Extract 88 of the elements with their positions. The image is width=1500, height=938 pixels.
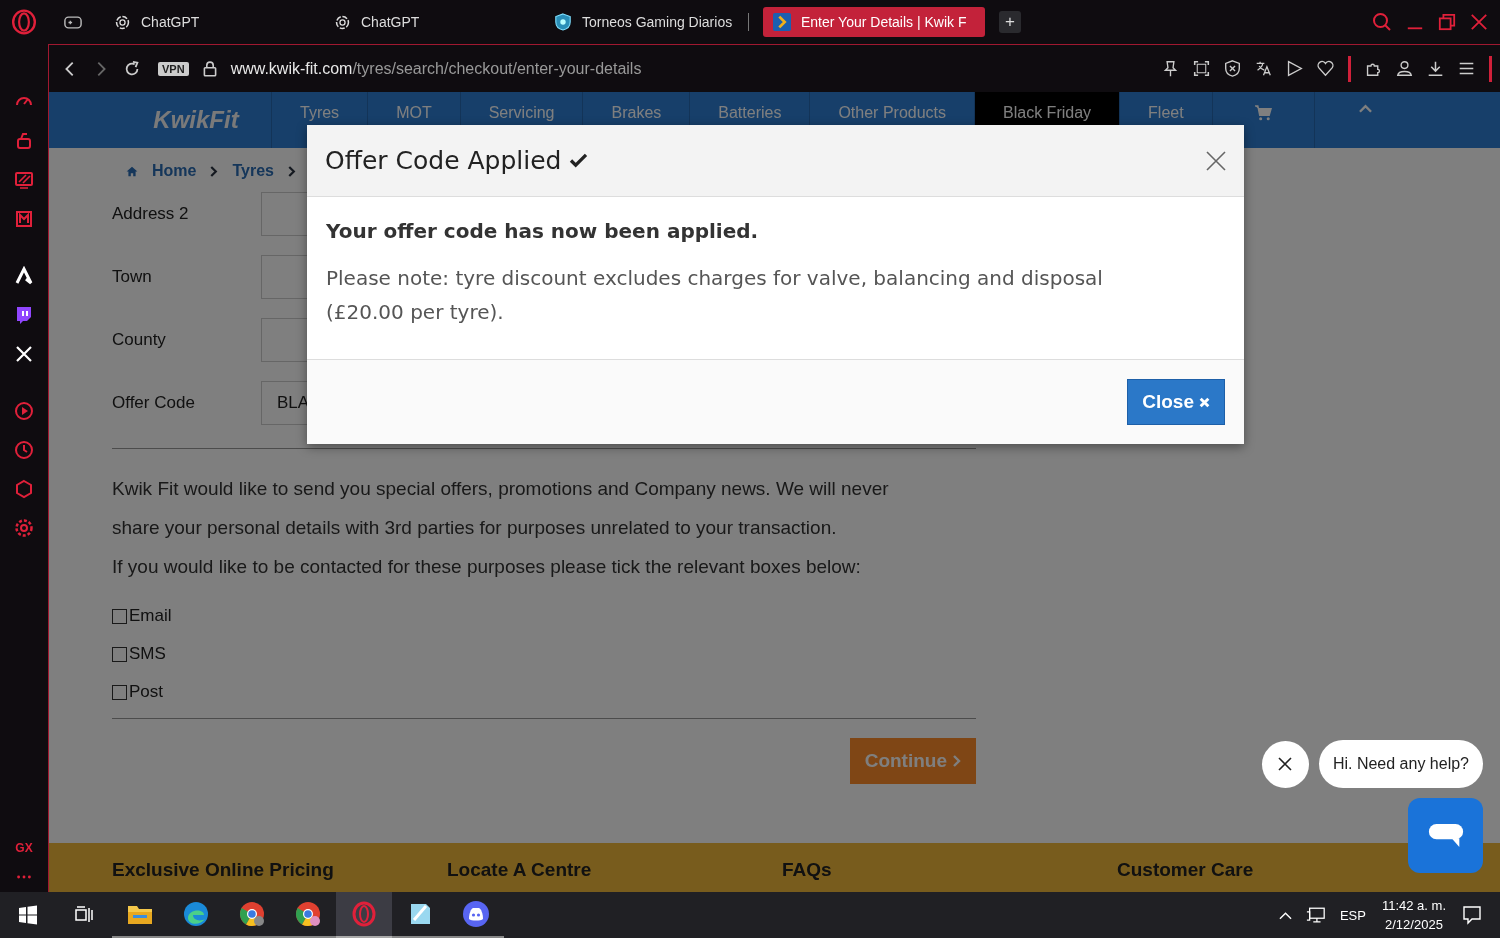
reload-icon[interactable] [123,59,141,78]
field-label: Address 2 [112,203,190,224]
shield-icon [554,13,572,31]
address-field[interactable]: www.kwik-fit.com/tyres/search/checkout/enter-your-details [230,59,642,78]
clock-icon[interactable] [14,440,34,460]
consent-text: share your personal details with 3rd parties for purposes unrelated to your transaction. [112,516,838,540]
close-icon[interactable] [1470,13,1488,31]
browser-tab[interactable]: ChatGPT [104,7,310,37]
browser-tab[interactable]: ChatGPT [324,7,530,37]
heart-icon[interactable] [1317,60,1334,77]
footer-heading: Customer Care [1117,859,1255,882]
dialog-title: Offer Code Applied [325,146,562,175]
checkbox[interactable] [112,646,127,662]
monitor-icon[interactable] [14,170,34,190]
cart-icon [1253,104,1273,121]
chevron-icon [287,165,296,177]
breadcrumb-link[interactable]: Tyres [232,162,274,180]
gx-badge[interactable]: GX [15,841,33,855]
profile-icon[interactable] [1396,60,1413,77]
opera-browser-icon [350,900,378,928]
settings-icon[interactable] [14,518,34,538]
field-label: County [112,329,167,350]
task-view-icon[interactable] [74,905,94,925]
close-icon [1278,757,1293,771]
gamepad-icon[interactable] [64,15,82,29]
chat-button[interactable] [1408,798,1483,873]
checkbox-label: SMS [129,644,166,664]
send-icon[interactable] [1286,60,1303,77]
edge-browser-icon [182,900,210,928]
browser-tab[interactable]: Enter Your Details | Kwik F [763,7,985,37]
chip-icon[interactable] [14,209,34,229]
footer-heading: Exclusive Online Pricing [112,859,335,882]
consent-text: Kwik Fit would like to send you special offers, promotions and Company news. We will never [112,477,890,501]
snapshot-icon[interactable] [1193,60,1210,77]
more-icon[interactable] [15,874,33,880]
chevron-icon [953,755,961,767]
play-icon[interactable] [14,401,34,421]
clock-time[interactable]: 11:42 a. m. [1381,898,1446,913]
caret-icon [1358,104,1372,113]
home-icon [126,165,138,177]
speech-bubble-icon [1426,822,1465,849]
field-label: Town [112,266,153,287]
x-logo-icon[interactable] [14,344,34,364]
checkbox[interactable] [112,684,127,700]
knot-icon [334,13,351,31]
menu-icon[interactable] [1458,60,1475,77]
checkbox[interactable] [112,608,127,624]
vpn-badge[interactable]: VPN [158,61,189,76]
opera-logo-icon[interactable] [11,9,37,35]
browser-tab[interactable]: Torneos Gaming Diarios [544,7,750,37]
chrome-browser-icon [294,900,322,928]
dialog-heading: Your offer code has now been applied. [326,219,760,243]
consent-text: If you would like to be contacted for these purposes please tick the relevant boxes below: [112,555,862,579]
pin-icon[interactable] [1162,60,1179,77]
language-indicator[interactable]: ESP [1339,907,1366,923]
close-icon [1199,396,1210,408]
notification-icon[interactable] [1462,905,1482,925]
footer-heading: FAQs [782,859,833,882]
translate-icon[interactable] [1255,60,1272,77]
dialog-message: Please note: tyre discount excludes charges for valve, balancing and disposal (£20.00 per tyre). [326,265,1104,326]
twitch-logo-icon[interactable] [14,305,34,325]
shield-icon[interactable] [1224,60,1241,77]
windows-start-icon[interactable] [18,905,38,925]
lock-icon [201,60,218,77]
field-label: Offer Code [112,392,196,413]
discord-icon [462,900,490,928]
restore-icon[interactable] [1438,13,1456,31]
checkmark-icon [569,153,589,168]
kwik-fit-logo[interactable]: KwikFit [121,92,271,148]
cube-icon[interactable] [14,479,34,499]
checkbox-label: Email [129,606,172,626]
letter-icon[interactable] [14,266,34,286]
search-icon[interactable] [1372,12,1392,32]
checkbox-label: Post [129,682,164,702]
new-tab-button[interactable]: + [999,11,1021,33]
chevron-up-icon[interactable] [1278,910,1292,920]
network-icon[interactable] [1305,906,1326,924]
chevron-logo-icon [773,13,791,31]
clock-date[interactable]: 2/12/2025 [1385,917,1443,932]
footer-heading: Locate A Centre [447,859,593,882]
close-button[interactable]: Close [1127,379,1225,425]
download-icon[interactable] [1427,60,1444,77]
breadcrumb-link[interactable]: Home [152,162,197,180]
chrome-browser-icon [238,900,266,928]
chat-greeting: Hi. Need any help? [1318,740,1483,788]
close-icon[interactable] [1206,150,1226,171]
knot-icon [114,13,131,31]
chevron-icon [210,165,219,177]
